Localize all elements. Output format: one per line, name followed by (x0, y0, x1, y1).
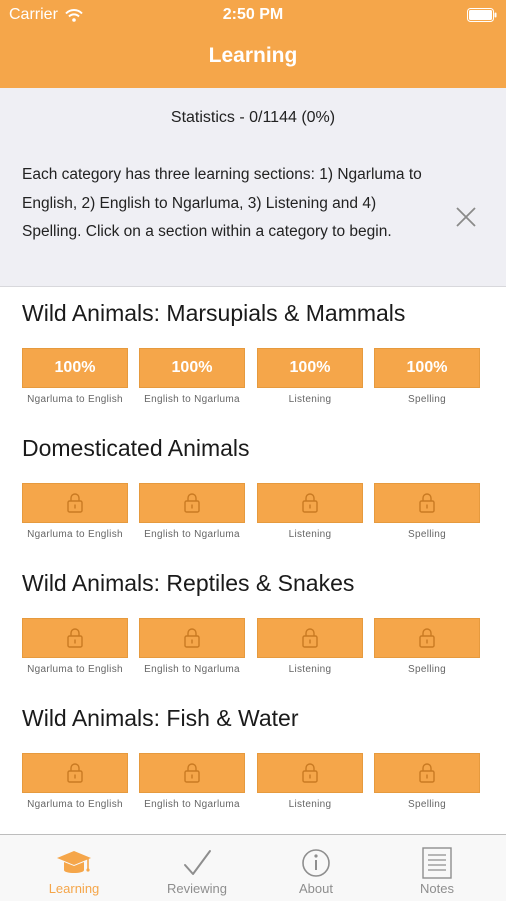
category-sections: Ngarluma to English English to Ngarluma … (22, 618, 482, 690)
section-button[interactable] (22, 753, 128, 793)
section-button[interactable]: 100% (139, 348, 245, 388)
category-title: Wild Animals: Fish & Water (22, 705, 299, 731)
section-button[interactable]: 100% (257, 348, 363, 388)
lock-icon (184, 763, 200, 783)
section-score: 100% (406, 359, 448, 376)
battery-icon (467, 8, 497, 22)
lock-icon (184, 628, 200, 648)
section-english-to-ngarluma[interactable]: English to Ngarluma (139, 483, 245, 540)
instructions-text: Each category has three learning section… (22, 166, 422, 240)
tab-bar: Learning Reviewing About Notes (0, 834, 506, 901)
section-button[interactable]: 100% (374, 348, 480, 388)
graduation-cap-icon (57, 851, 91, 873)
close-icon[interactable] (454, 205, 478, 229)
checkmark-icon (184, 850, 211, 875)
tab-notes[interactable]: Notes (374, 835, 500, 901)
section-listening[interactable]: Listening (257, 753, 363, 810)
section-score: 100% (54, 359, 96, 376)
lock-icon (302, 493, 318, 513)
section-button[interactable] (374, 753, 480, 793)
tab-label: About (299, 881, 333, 896)
section-button[interactable] (139, 618, 245, 658)
section-spelling[interactable]: Spelling (374, 618, 480, 675)
section-spelling[interactable]: Spelling (374, 753, 480, 810)
category-sections: 100% Ngarluma to English 100% English to… (22, 348, 482, 420)
tab-label: Learning (48, 881, 100, 896)
section-button[interactable] (22, 618, 128, 658)
navigation-header: Carrier 2:50 PM Learning (0, 0, 506, 88)
section-caption: Listening (288, 799, 332, 810)
section-listening[interactable]: Listening (257, 618, 363, 675)
status-bar: Carrier 2:50 PM (0, 0, 506, 30)
tab-reviewing[interactable]: Reviewing (134, 835, 260, 901)
section-button[interactable]: 100% (22, 348, 128, 388)
section-listening[interactable]: Listening (257, 483, 363, 540)
section-caption: Listening (288, 529, 332, 540)
section-caption: Spelling (408, 799, 446, 810)
lock-icon (67, 763, 83, 783)
section-ngarluma-to-english[interactable]: 100% Ngarluma to English (22, 348, 128, 405)
lock-icon (67, 493, 83, 513)
category-title: Domesticated Animals (22, 435, 250, 461)
section-caption: Ngarluma to English (27, 664, 123, 675)
section-caption: Ngarluma to English (27, 529, 123, 540)
status-time: 2:50 PM (222, 6, 284, 23)
section-listening[interactable]: 100% Listening (257, 348, 363, 405)
lock-icon (419, 763, 435, 783)
section-ngarluma-to-english[interactable]: Ngarluma to English (22, 753, 128, 810)
section-english-to-ngarluma[interactable]: English to Ngarluma (139, 753, 245, 810)
category-sections: Ngarluma to English English to Ngarluma … (22, 753, 482, 825)
tab-about[interactable]: About (253, 835, 379, 901)
notes-icon (422, 847, 452, 879)
section-score: 100% (289, 359, 331, 376)
section-button[interactable] (139, 483, 245, 523)
section-button[interactable] (139, 753, 245, 793)
tab-label: Notes (420, 881, 454, 896)
section-ngarluma-to-english[interactable]: Ngarluma to English (22, 483, 128, 540)
lock-icon (302, 763, 318, 783)
lock-icon (184, 493, 200, 513)
section-caption: Spelling (408, 529, 446, 540)
lock-icon (419, 493, 435, 513)
category-title: Wild Animals: Reptiles & Snakes (22, 570, 355, 596)
section-english-to-ngarluma[interactable]: English to Ngarluma (139, 618, 245, 675)
section-button[interactable] (374, 618, 480, 658)
category-sections: Ngarluma to English English to Ngarluma … (22, 483, 482, 555)
section-button[interactable] (22, 483, 128, 523)
info-panel: Statistics - 0/1144 (0%) Each category h… (0, 88, 506, 287)
tab-learning[interactable]: Learning (11, 835, 137, 901)
section-button[interactable] (257, 483, 363, 523)
lock-icon (419, 628, 435, 648)
section-caption: English to Ngarluma (144, 799, 240, 810)
section-button[interactable] (374, 483, 480, 523)
category-title: Wild Animals: Marsupials & Mammals (22, 300, 406, 326)
section-caption: Listening (288, 394, 332, 405)
section-caption: Ngarluma to English (27, 394, 123, 405)
section-score: 100% (171, 359, 213, 376)
page-title: Learning (208, 44, 298, 67)
lock-icon (67, 628, 83, 648)
section-button[interactable] (257, 753, 363, 793)
section-caption: Ngarluma to English (27, 799, 123, 810)
section-english-to-ngarluma[interactable]: 100% English to Ngarluma (139, 348, 245, 405)
section-caption: English to Ngarluma (144, 664, 240, 675)
section-caption: Listening (288, 664, 332, 675)
section-spelling[interactable]: 100% Spelling (374, 348, 480, 405)
section-caption: English to Ngarluma (144, 529, 240, 540)
tab-label: Reviewing (167, 881, 227, 896)
section-spelling[interactable]: Spelling (374, 483, 480, 540)
section-ngarluma-to-english[interactable]: Ngarluma to English (22, 618, 128, 675)
section-button[interactable] (257, 618, 363, 658)
section-caption: Spelling (408, 664, 446, 675)
section-caption: Spelling (408, 394, 446, 405)
lock-icon (302, 628, 318, 648)
section-caption: English to Ngarluma (144, 394, 240, 405)
info-icon (302, 849, 330, 877)
statistics-label: Statistics - 0/1144 (0%) (170, 109, 336, 126)
